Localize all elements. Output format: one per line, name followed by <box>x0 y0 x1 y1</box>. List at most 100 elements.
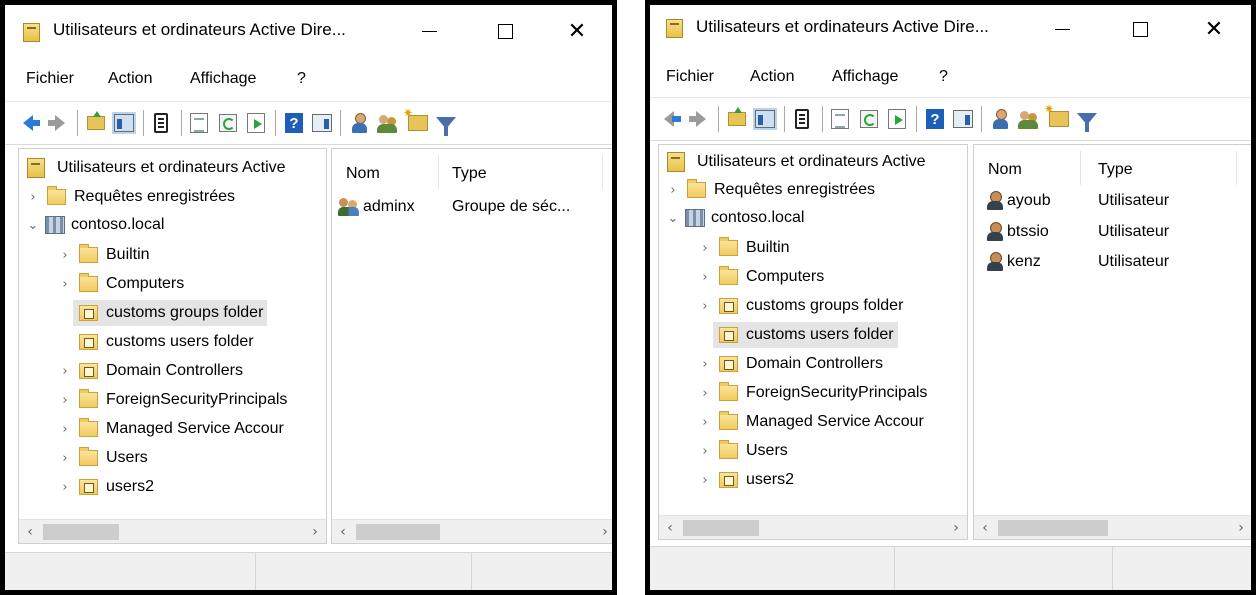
help-button[interactable]: ? <box>283 112 305 134</box>
forward-button[interactable] <box>686 108 708 130</box>
column-separator[interactable] <box>602 155 603 189</box>
chevron-right-icon[interactable]: › <box>665 183 681 198</box>
action-pane-button[interactable] <box>952 108 974 130</box>
chevron-right-icon[interactable]: › <box>697 444 713 459</box>
refresh-button[interactable] <box>217 112 239 134</box>
tree-item-managed-service-accounts[interactable]: › Managed Service Accour <box>697 409 924 435</box>
column-separator[interactable] <box>438 155 439 189</box>
tree-root[interactable]: Utilisateurs et ordinateurs Active <box>659 149 926 175</box>
scroll-right-icon[interactable]: › <box>304 520 326 543</box>
clipboard-button[interactable] <box>791 108 813 130</box>
chevron-down-icon[interactable]: ⌄ <box>665 211 681 226</box>
column-separator[interactable] <box>1080 151 1081 185</box>
chevron-right-icon[interactable]: › <box>57 393 73 408</box>
tree-item-domain-controllers[interactable]: › Domain Controllers <box>57 358 243 384</box>
column-header-type[interactable]: Type <box>1098 161 1133 179</box>
action-pane-button[interactable] <box>311 112 333 134</box>
chevron-right-icon[interactable]: › <box>697 473 713 488</box>
details-pane[interactable]: Nom Type ayoub Utilisateur btssio Utilis… <box>973 144 1251 540</box>
new-group-button[interactable] <box>1018 108 1040 130</box>
scrollbar-thumb[interactable] <box>683 520 759 536</box>
new-ou-button[interactable] <box>403 106 429 134</box>
back-button[interactable] <box>17 112 40 134</box>
title-bar[interactable]: Utilisateurs et ordinateurs Active Dire.… <box>5 5 612 57</box>
show-hide-tree-button[interactable] <box>112 112 136 134</box>
filter-button[interactable] <box>435 112 457 136</box>
chevron-right-icon[interactable]: › <box>697 299 713 314</box>
up-level-button[interactable] <box>85 111 107 134</box>
maximize-button[interactable] <box>485 13 525 49</box>
list-item[interactable]: ayoub Utilisateur <box>986 188 1169 214</box>
export-list-button[interactable] <box>245 112 267 134</box>
tree-item-builtin[interactable]: › Builtin <box>697 235 790 261</box>
console-tree[interactable]: Utilisateurs et ordinateurs Active › Req… <box>18 148 327 544</box>
minimize-button[interactable] <box>409 13 449 49</box>
up-level-button[interactable] <box>726 107 748 130</box>
filter-button[interactable] <box>1076 108 1098 132</box>
scroll-right-icon[interactable]: › <box>594 520 612 543</box>
chevron-right-icon[interactable]: › <box>57 364 73 379</box>
details-pane[interactable]: Nom Type adminx Groupe de séc... ‹ › <box>331 148 612 544</box>
tree-item-users[interactable]: › Users <box>57 445 148 471</box>
tree-item-domain[interactable]: ⌄ contoso.local <box>25 212 164 238</box>
chevron-right-icon[interactable]: › <box>697 386 713 401</box>
tree-item-customs-users-folder[interactable]: customs users folder <box>73 329 254 355</box>
properties-button[interactable] <box>829 108 851 130</box>
chevron-down-icon[interactable]: ⌄ <box>25 218 41 233</box>
menu-action[interactable]: Action <box>750 68 794 86</box>
scrollbar-thumb[interactable] <box>43 524 119 540</box>
scroll-left-icon[interactable]: ‹ <box>659 516 681 539</box>
menu-fichier[interactable]: Fichier <box>666 68 714 86</box>
menu-affichage[interactable]: Affichage <box>190 70 256 88</box>
column-header-type[interactable]: Type <box>452 165 487 183</box>
chevron-right-icon[interactable]: › <box>25 190 41 205</box>
show-hide-tree-button[interactable] <box>753 108 777 130</box>
chevron-right-icon[interactable]: › <box>697 270 713 285</box>
horizontal-scrollbar[interactable]: ‹ › <box>659 515 967 539</box>
export-list-button[interactable] <box>886 108 908 130</box>
chevron-right-icon[interactable]: › <box>697 357 713 372</box>
scrollbar-thumb[interactable] <box>356 524 440 540</box>
tree-item-computers[interactable]: › Computers <box>697 264 824 290</box>
tree-item-customs-groups-folder[interactable]: › customs groups folder <box>697 293 903 319</box>
tree-item-customs-groups-folder[interactable]: customs groups folder <box>73 300 268 326</box>
tree-item-foreign-security-principals[interactable]: › ForeignSecurityPrincipals <box>697 380 927 406</box>
list-item[interactable]: btssio Utilisateur <box>986 219 1169 245</box>
menu-action[interactable]: Action <box>108 70 152 88</box>
maximize-button[interactable] <box>1120 11 1160 47</box>
horizontal-scrollbar[interactable]: ‹ › <box>332 519 612 543</box>
help-button[interactable]: ? <box>924 108 946 130</box>
scroll-left-icon[interactable]: ‹ <box>332 520 354 543</box>
menu-help[interactable]: ? <box>939 68 948 86</box>
scroll-left-icon[interactable]: ‹ <box>974 516 996 539</box>
chevron-right-icon[interactable]: › <box>57 451 73 466</box>
chevron-right-icon[interactable]: › <box>697 415 713 430</box>
back-button[interactable] <box>658 108 681 130</box>
scroll-right-icon[interactable]: › <box>1230 516 1251 539</box>
new-group-button[interactable] <box>377 112 399 134</box>
chevron-right-icon[interactable]: › <box>57 248 73 263</box>
menu-help[interactable]: ? <box>297 70 306 88</box>
properties-button[interactable] <box>188 112 210 134</box>
tree-item-users2[interactable]: › users2 <box>57 474 154 500</box>
tree-item-computers[interactable]: › Computers <box>57 271 184 297</box>
new-user-button[interactable] <box>348 112 370 134</box>
tree-item-users2[interactable]: › users2 <box>697 467 794 493</box>
scroll-right-icon[interactable]: › <box>945 516 967 539</box>
menu-fichier[interactable]: Fichier <box>26 70 74 88</box>
scrollbar-thumb[interactable] <box>998 520 1108 536</box>
tree-item-saved-queries[interactable]: › Requêtes enregistrées <box>25 184 235 210</box>
new-user-button[interactable] <box>989 108 1011 130</box>
refresh-button[interactable] <box>858 108 880 130</box>
horizontal-scrollbar[interactable]: ‹ › <box>19 519 326 543</box>
scroll-left-icon[interactable]: ‹ <box>19 520 41 543</box>
tree-item-saved-queries[interactable]: › Requêtes enregistrées <box>665 177 875 203</box>
list-item[interactable]: kenz Utilisateur <box>986 249 1169 275</box>
forward-button[interactable] <box>45 112 67 134</box>
chevron-right-icon[interactable]: › <box>57 422 73 437</box>
minimize-button[interactable] <box>1042 11 1082 47</box>
horizontal-scrollbar[interactable]: ‹ › <box>974 515 1251 539</box>
console-tree[interactable]: Utilisateurs et ordinateurs Active › Req… <box>658 144 968 540</box>
chevron-right-icon[interactable]: › <box>57 277 73 292</box>
tree-item-users[interactable]: › Users <box>697 438 788 464</box>
